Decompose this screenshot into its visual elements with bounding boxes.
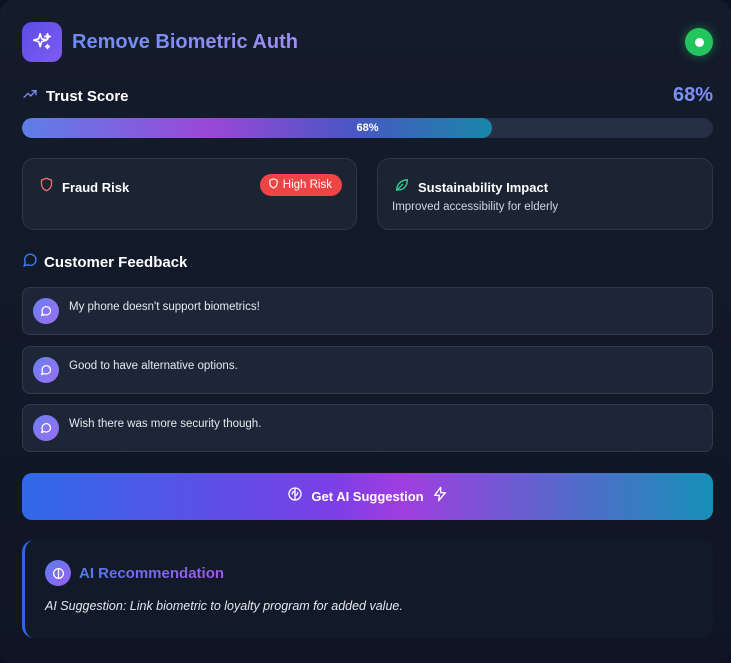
ai-recommendation-text: AI Suggestion: Link biometric to loyalty…: [45, 599, 403, 613]
fraud-risk-card: Fraud Risk High Risk: [22, 158, 357, 230]
feedback-text: Good to have alternative options.: [69, 360, 238, 372]
brain-icon: [287, 486, 303, 507]
trust-score-value: 68%: [672, 84, 713, 106]
risk-badge-label: High Risk: [282, 179, 332, 191]
message-circle-icon: [33, 298, 59, 324]
ai-button-label: Get AI Suggestion: [311, 489, 424, 504]
message-circle-icon: [33, 415, 59, 441]
leaf-icon: [394, 177, 410, 198]
trust-progress-bar: 68%: [22, 118, 713, 138]
feedback-text: Wish there was more security though.: [69, 418, 262, 430]
feedback-header: Customer Feedback: [22, 252, 187, 273]
message-circle-icon: [22, 252, 38, 273]
shield-icon: [39, 177, 54, 197]
status-indicator: [685, 28, 713, 56]
list-item: Wish there was more security though.: [22, 404, 713, 452]
list-item: Good to have alternative options.: [22, 346, 713, 394]
sustainability-title: Sustainability Impact: [418, 180, 549, 195]
message-circle-icon: [33, 357, 59, 383]
sparkles-icon: [22, 22, 62, 62]
trust-progress-label: 68%: [356, 122, 379, 134]
trust-score-row: Trust Score 68%: [22, 84, 713, 108]
list-item: My phone doesn't support biometrics!: [22, 287, 713, 335]
get-ai-suggestion-button[interactable]: Get AI Suggestion: [22, 473, 713, 520]
zap-icon: [432, 486, 448, 507]
feedback-text: My phone doesn't support biometrics!: [69, 301, 260, 313]
risk-badge: High Risk: [259, 174, 342, 196]
shield-icon: [268, 178, 279, 192]
ai-recommendation-title: AI Recommendation: [79, 564, 225, 582]
main-panel: Remove Biometric Auth Trust Score 68% 68…: [0, 0, 731, 663]
feedback-title: Customer Feedback: [44, 254, 188, 271]
sustainability-card: Sustainability Impact Improved accessibi…: [377, 158, 713, 230]
fraud-risk-title: Fraud Risk: [62, 179, 130, 195]
trust-score-label: Trust Score: [46, 87, 129, 105]
trending-up-icon: [22, 86, 38, 107]
page-title: Remove Biometric Auth: [72, 30, 298, 53]
header: Remove Biometric Auth: [22, 22, 713, 62]
sustainability-description: Improved accessibility for elderly: [392, 201, 559, 213]
brain-icon: [45, 560, 71, 586]
ai-recommendation-panel: AI Recommendation AI Suggestion: Link bi…: [22, 540, 713, 638]
